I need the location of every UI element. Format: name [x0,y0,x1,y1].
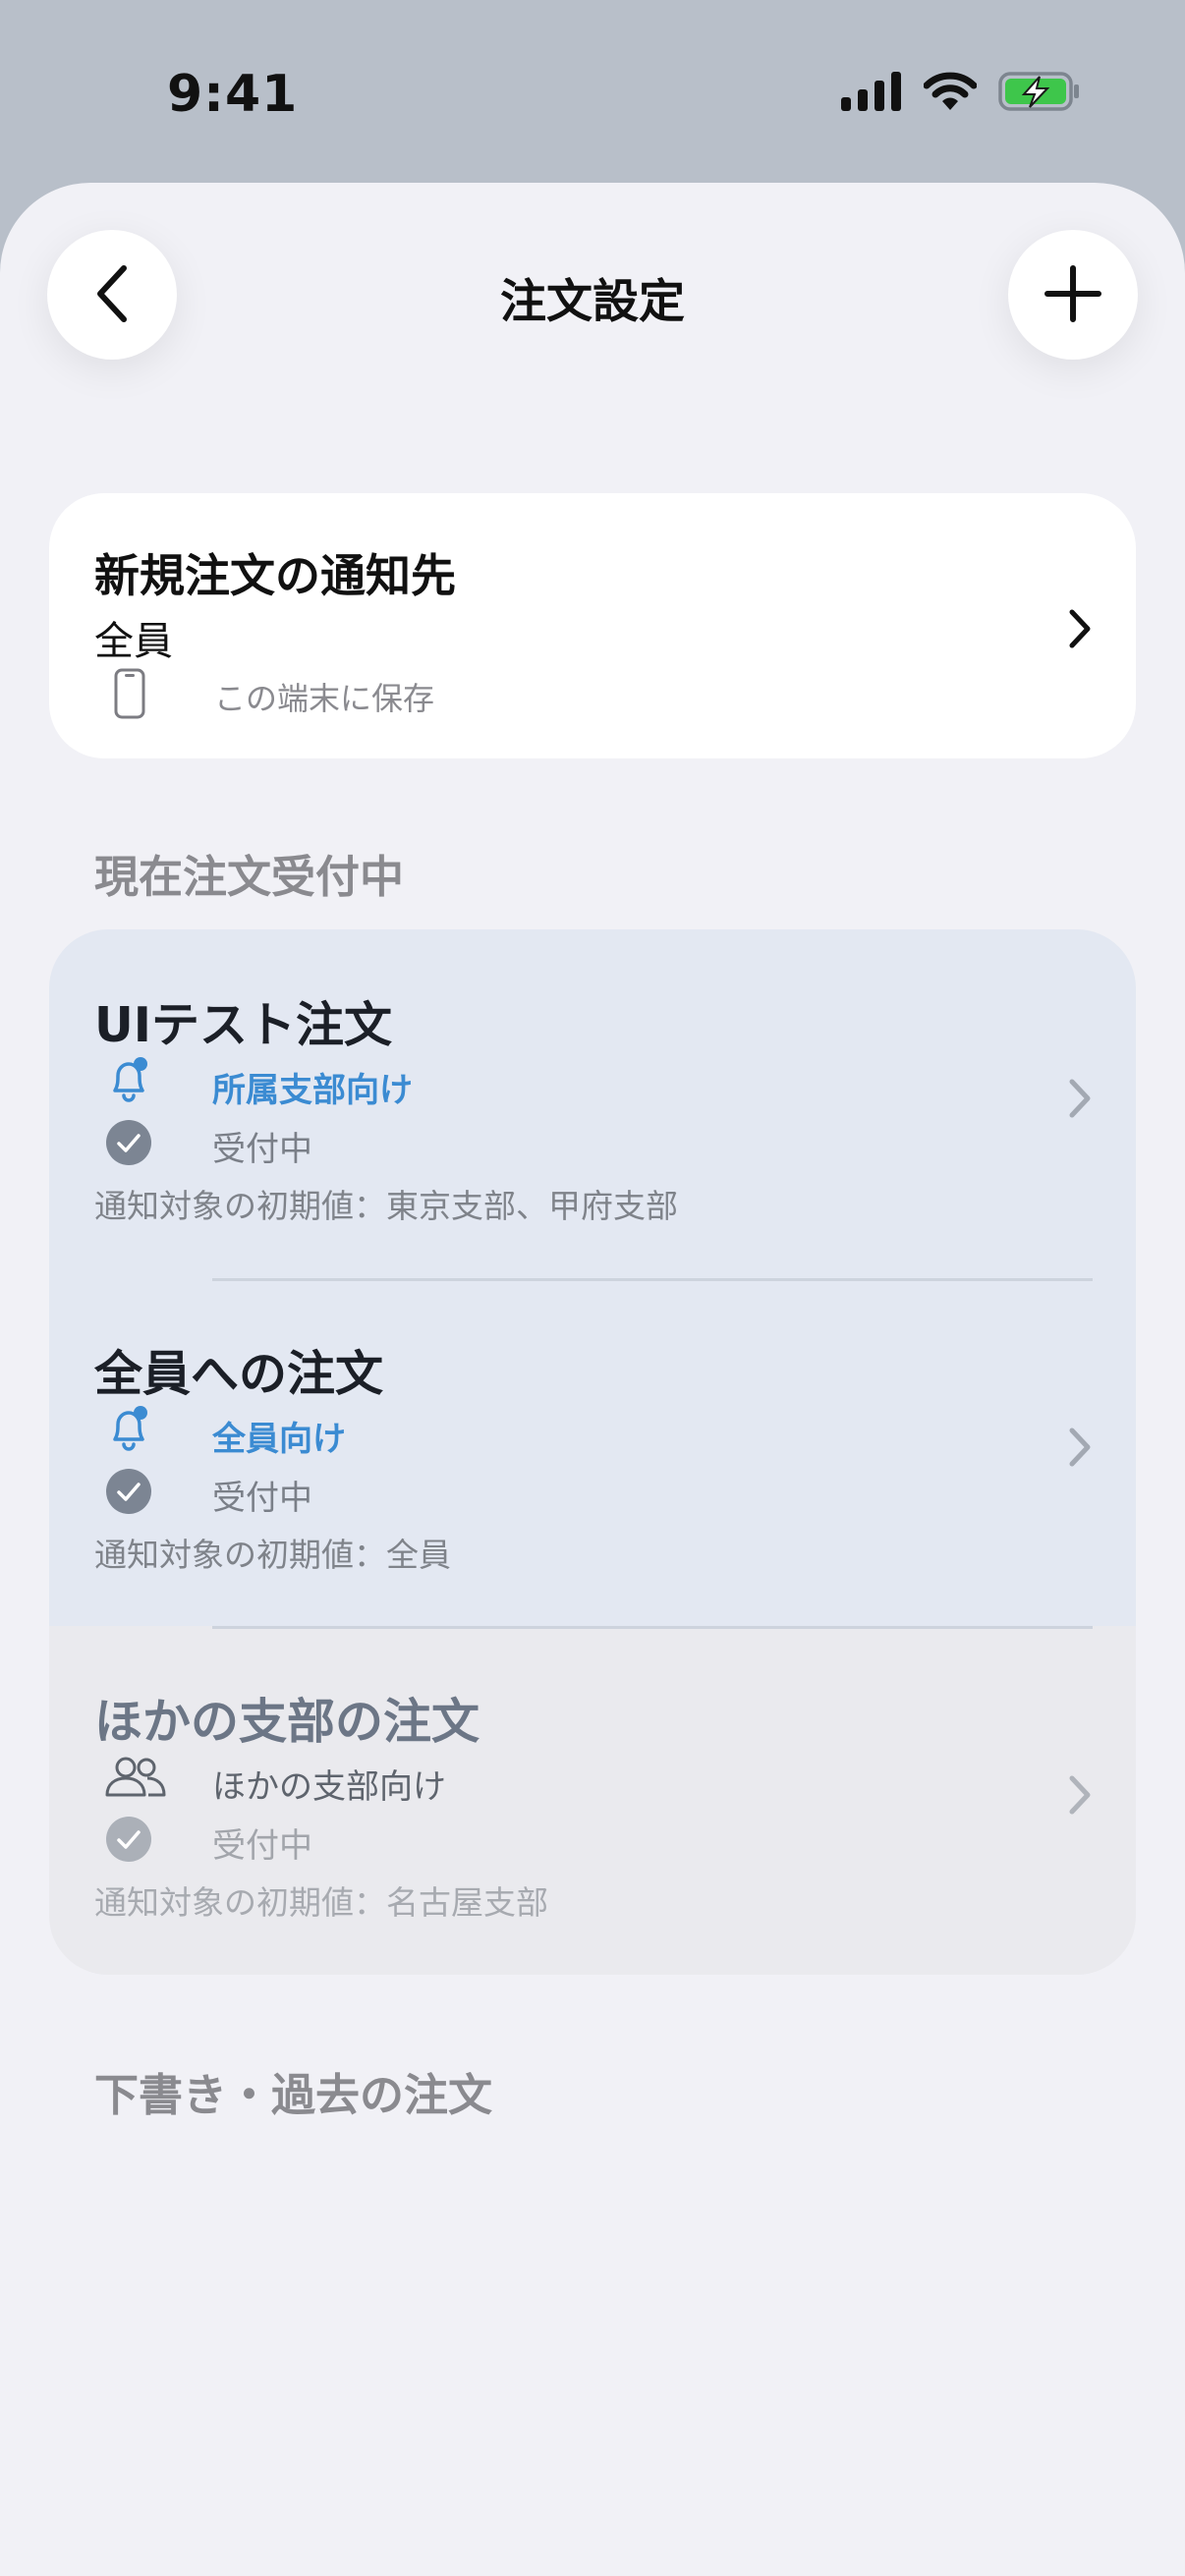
order-item-everyone[interactable]: 全員への注文 全員向け 受付中 通知対象の初期値：全員 [49,1278,1136,1626]
status-label: 受付中 [212,1826,312,1866]
audience-label: 所属支部向け [212,1071,413,1110]
status-time: 9:41 [167,65,299,124]
row-divider [212,1278,1093,1281]
cellular-signal-icon [841,72,902,111]
order-title: UIテスト注文 [94,997,393,1053]
notify-card-title: 新規注文の通知先 [94,549,456,602]
status-icons [841,71,1081,112]
status-bar: 9:41 [0,0,1185,183]
order-title: 全員への注文 [94,1346,384,1402]
status-label: 受付中 [212,1479,312,1518]
plus-icon [1044,264,1101,325]
battery-charging-icon [998,71,1081,112]
section-header-drafts: 下書き・過去の注文 [94,2069,493,2121]
chevron-right-icon [1067,1426,1093,1473]
checkmark-circle-icon [104,1815,153,1868]
bell-badge-icon [104,1055,153,1108]
chevron-right-icon [1067,1077,1093,1124]
wifi-icon [924,72,977,111]
checkmark-circle-icon [104,1467,153,1520]
notify-card-value: 全員 [94,619,173,664]
default-target-label: 通知対象の初期値：東京支部、甲府支部 [94,1187,678,1225]
status-label: 受付中 [212,1130,312,1169]
phone-icon [114,668,145,723]
default-target-label: 通知対象の初期値：全員 [94,1536,451,1574]
row-divider [212,1626,1093,1629]
default-target-label: 通知対象の初期値：名古屋支部 [94,1883,548,1922]
audience-label: ほかの支部向け [212,1767,446,1807]
audience-label: 全員向け [212,1420,346,1459]
add-order-button[interactable] [1008,230,1138,360]
checkmark-circle-icon [104,1118,153,1171]
order-item-other-branch[interactable]: ほかの支部の注文 ほかの支部向け 受付中 通知対象の初期値：名古屋支部 [49,1626,1136,1975]
order-title: ほかの支部の注文 [94,1694,480,1750]
chevron-right-icon [1067,1773,1093,1820]
chevron-right-icon [1067,607,1093,654]
order-item-ui-test[interactable]: UIテスト注文 所属支部向け 受付中 通知対象の初期値：東京支部、甲府支部 [49,929,1136,1278]
bell-badge-icon [104,1404,153,1457]
order-settings-sheet: 注文設定 新規注文の通知先 全員 この端末に保存 現在注文受付中 UIテスト注文… [0,183,1185,2576]
people-icon [104,1752,167,1805]
section-header-current: 現在注文受付中 [94,851,405,903]
new-order-notification-card[interactable]: 新規注文の通知先 全員 この端末に保存 [49,493,1136,758]
current-orders-list: UIテスト注文 所属支部向け 受付中 通知対象の初期値：東京支部、甲府支部 全員… [49,929,1136,1975]
notify-card-note: この端末に保存 [214,680,435,717]
